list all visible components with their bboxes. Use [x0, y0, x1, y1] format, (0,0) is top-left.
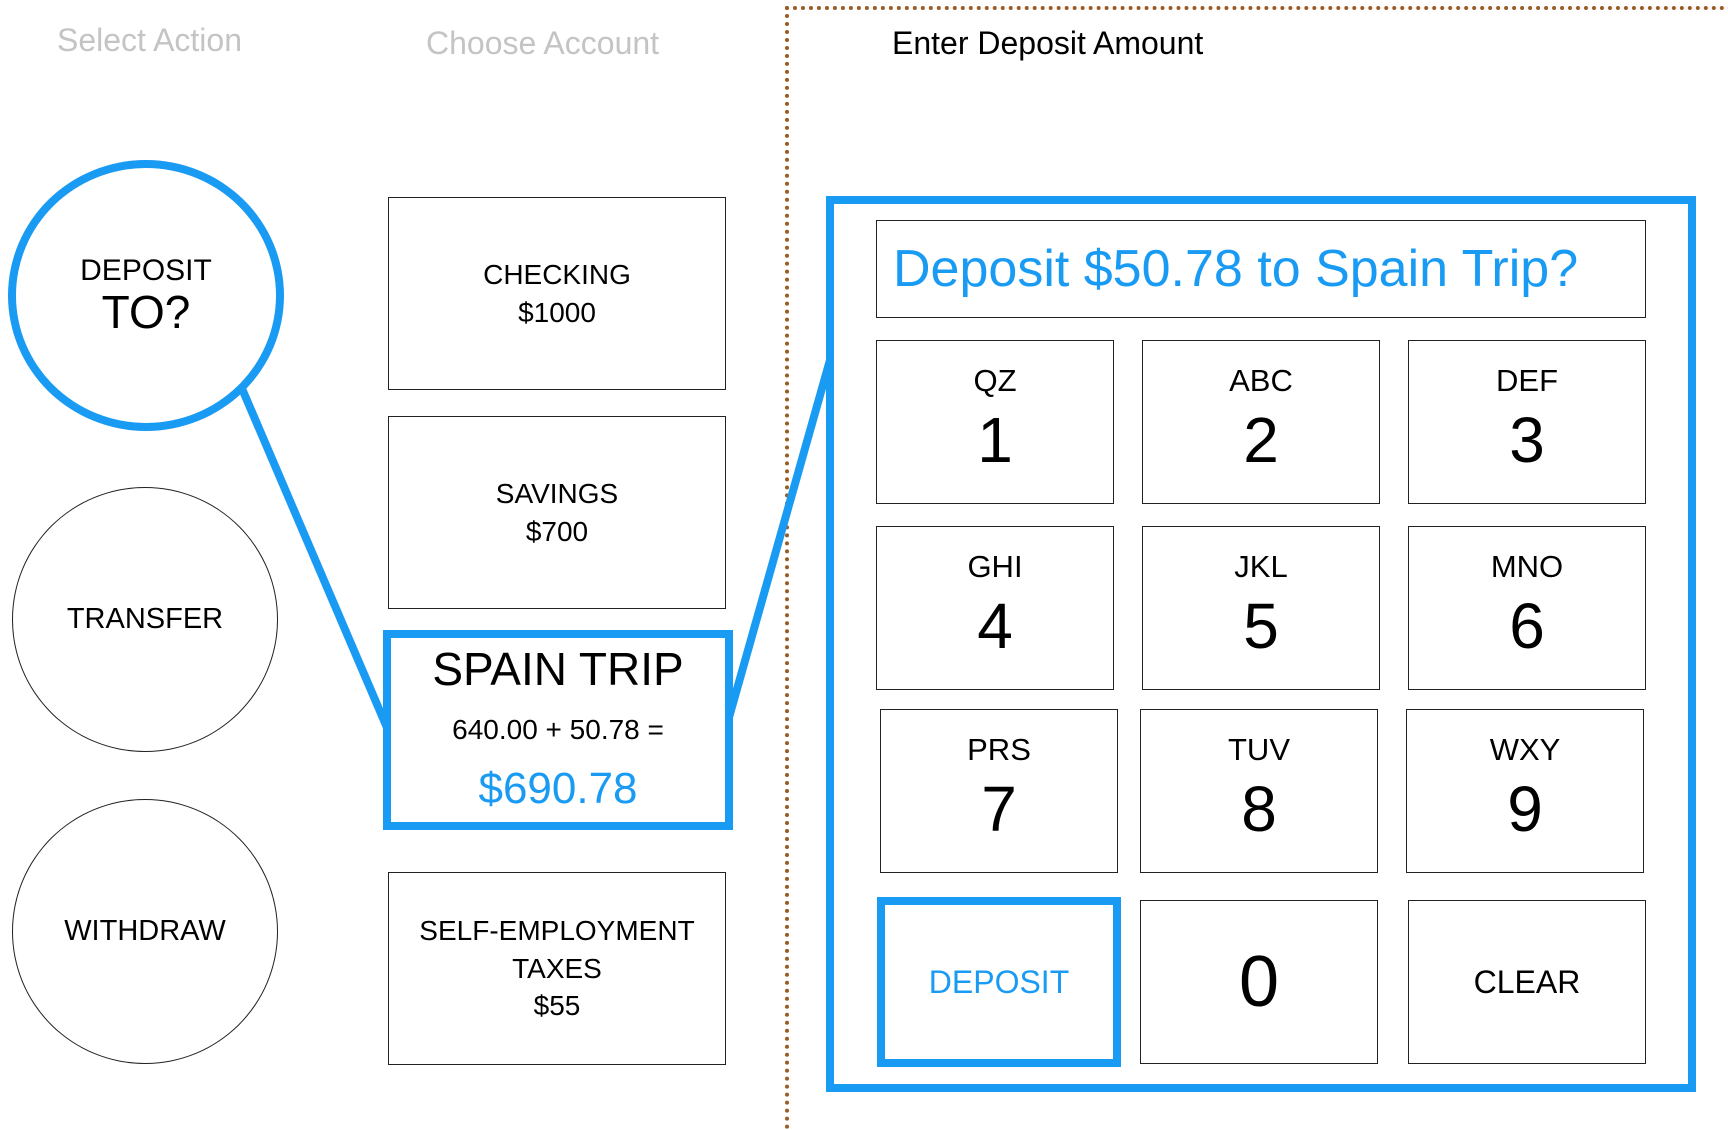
transfer-action-label: TRANSFER: [66, 603, 224, 635]
keypad-key-6-letters: MNO: [1490, 548, 1564, 584]
account-self-employment-balance: $55: [533, 990, 581, 1022]
account-checking-balance: $1000: [518, 296, 596, 328]
deposit-action-label: DEPOSIT: [80, 253, 212, 287]
step-choose-account: Choose Account: [426, 25, 660, 61]
keypad-key-7-letters: PRS: [967, 731, 1031, 767]
account-spain-trip[interactable]: SPAIN TRIP 640.00 + 50.78 = $690.78: [383, 630, 733, 830]
deposit-action-question: TO?: [101, 285, 191, 338]
withdraw-action-label: WITHDRAW: [64, 915, 226, 947]
keypad-key-6[interactable]: MNO 6: [1408, 526, 1646, 690]
account-self-employment-name-line2: TAXES: [512, 952, 602, 984]
account-spain-trip-calculation: 640.00 + 50.78 =: [452, 714, 664, 745]
deposit-action-button[interactable]: DEPOSIT TO?: [8, 160, 284, 431]
account-savings-balance: $700: [525, 515, 589, 547]
account-self-employment-taxes[interactable]: SELF-EMPLOYMENT TAXES $55: [388, 872, 726, 1065]
keypad-key-1[interactable]: QZ 1: [876, 340, 1114, 504]
keypad-key-3[interactable]: DEF 3: [1408, 340, 1646, 504]
keypad-key-7-digit: 7: [981, 772, 1017, 845]
deposit-confirmation-display: Deposit $50.78 to Spain Trip?: [876, 220, 1646, 318]
keypad-key-1-digit: 1: [977, 403, 1013, 476]
clear-button-label: CLEAR: [1473, 963, 1581, 1000]
keypad-key-8-letters: TUV: [1228, 731, 1290, 767]
keypad-key-4-digit: 4: [977, 589, 1013, 662]
keypad-key-5[interactable]: JKL 5: [1142, 526, 1380, 690]
deposit-submit-label: DEPOSIT: [928, 963, 1070, 1000]
account-self-employment-name: SELF-EMPLOYMENT: [419, 914, 695, 946]
step-select-action: Select Action: [57, 22, 242, 58]
keypad-key-5-digit: 5: [1243, 589, 1279, 662]
account-savings[interactable]: SAVINGS $700: [388, 416, 726, 609]
keypad-key-0[interactable]: 0: [1140, 900, 1378, 1064]
account-spain-trip-new-total: $690.78: [478, 763, 638, 813]
keypad-key-0-digit: 0: [1238, 942, 1280, 1022]
account-checking-name: CHECKING: [483, 258, 631, 290]
keypad-key-6-digit: 6: [1509, 589, 1545, 662]
keypad-key-2-digit: 2: [1243, 403, 1279, 476]
keypad-key-5-letters: JKL: [1234, 548, 1288, 584]
keypad-key-9[interactable]: WXY 9: [1406, 709, 1644, 873]
keypad-key-9-digit: 9: [1507, 772, 1543, 845]
withdraw-action-button[interactable]: WITHDRAW: [12, 799, 278, 1064]
keypad-key-3-letters: DEF: [1496, 362, 1558, 398]
step-enter-deposit-amount: Enter Deposit Amount: [892, 25, 1204, 61]
account-checking[interactable]: CHECKING $1000: [388, 197, 726, 390]
keypad-key-7[interactable]: PRS 7: [880, 709, 1118, 873]
keypad-key-1-letters: QZ: [973, 362, 1017, 398]
keypad-key-8[interactable]: TUV 8: [1140, 709, 1378, 873]
keypad-key-8-digit: 8: [1241, 772, 1277, 845]
keypad-key-2-letters: ABC: [1229, 362, 1293, 398]
account-savings-name: SAVINGS: [495, 477, 619, 509]
keypad-key-4[interactable]: GHI 4: [876, 526, 1114, 690]
keypad-key-2[interactable]: ABC 2: [1142, 340, 1380, 504]
keypad-key-4-letters: GHI: [967, 548, 1023, 584]
keypad-key-9-letters: WXY: [1489, 731, 1561, 767]
transfer-action-button[interactable]: TRANSFER: [12, 487, 278, 752]
deposit-submit-button[interactable]: DEPOSIT: [877, 897, 1121, 1067]
clear-button[interactable]: CLEAR: [1408, 900, 1646, 1064]
account-spain-trip-name: SPAIN TRIP: [432, 642, 684, 695]
keypad-key-3-digit: 3: [1509, 403, 1545, 476]
